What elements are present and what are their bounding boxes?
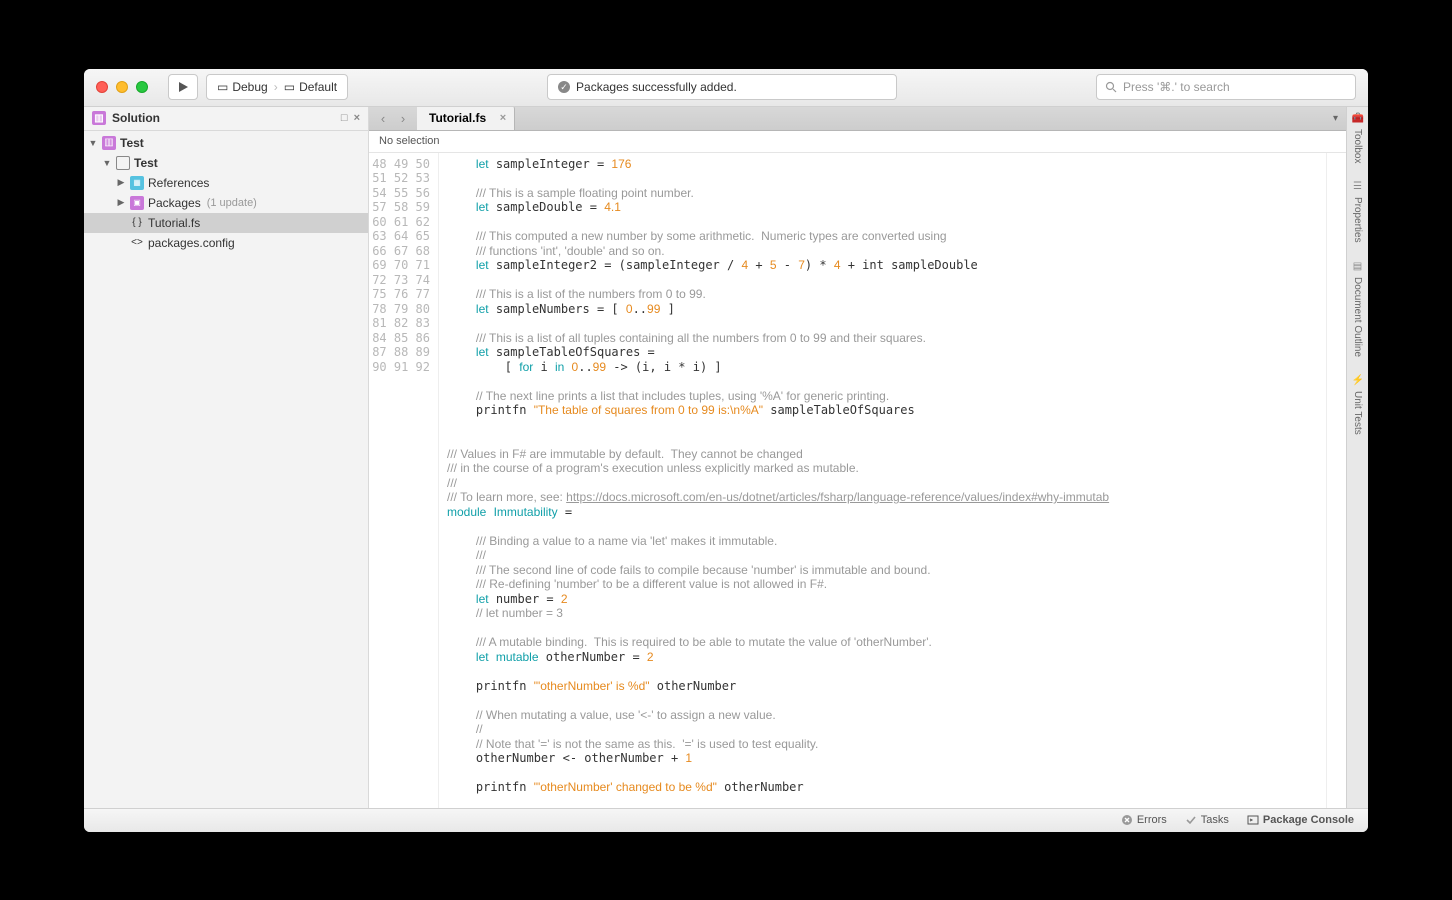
- toolbox-icon: 🧰: [1352, 113, 1364, 125]
- rail-unit-tests[interactable]: ⚡Unit Tests: [1352, 375, 1364, 435]
- config-file-icon: <>: [130, 236, 144, 250]
- right-rail: 🧰Toolbox ☰Properties ▤Document Outline ⚡…: [1346, 107, 1368, 808]
- console-icon: [1247, 814, 1259, 826]
- global-search-input[interactable]: Press '⌘.' to search: [1096, 74, 1356, 100]
- device-icon: ▭: [217, 80, 228, 94]
- breadcrumb[interactable]: No selection: [369, 131, 1346, 153]
- status-package-console[interactable]: Package Console: [1247, 814, 1354, 826]
- expand-icon[interactable]: ▶: [116, 177, 126, 188]
- search-placeholder: Press '⌘.' to search: [1123, 80, 1230, 94]
- tree-file-packages-config[interactable]: <> packages.config: [84, 233, 368, 253]
- run-button[interactable]: [168, 74, 198, 100]
- line-number-gutter: 48 49 50 51 52 53 54 55 56 57 58 59 60 6…: [369, 153, 439, 808]
- rail-toolbox[interactable]: 🧰Toolbox: [1352, 113, 1364, 163]
- expand-icon[interactable]: ▶: [116, 197, 126, 208]
- status-errors[interactable]: Errors: [1121, 814, 1167, 826]
- solution-tree: ▼ ▥ Test ▼ Test ▶ ▦ References ▶ ▣: [84, 131, 368, 808]
- code-content[interactable]: let sampleInteger = 176 /// This is a sa…: [439, 153, 1326, 808]
- autohide-button[interactable]: □: [341, 112, 348, 124]
- run-configuration-selector[interactable]: ▭ Debug › ▭ Default: [206, 74, 348, 100]
- solution-sidebar: ▥ Solution □ × ▼ ▥ Test ▼ Test: [84, 107, 369, 808]
- close-sidebar-button[interactable]: ×: [354, 112, 360, 124]
- nav-back-button[interactable]: ‹: [373, 111, 393, 126]
- titlebar: ▭ Debug › ▭ Default ✓ Packages successfu…: [84, 69, 1368, 107]
- device-icon: ▭: [284, 80, 295, 94]
- sidebar-title: Solution: [112, 111, 160, 125]
- window-controls: [96, 81, 148, 93]
- references-icon: ▦: [130, 176, 144, 190]
- main-body: ▥ Solution □ × ▼ ▥ Test ▼ Test: [84, 107, 1368, 808]
- status-text: Packages successfully added.: [576, 80, 737, 94]
- editor-area: ‹ › Tutorial.fs × ▾ No selection 48 49 5…: [369, 107, 1346, 808]
- solution-icon: ▥: [102, 136, 116, 150]
- search-icon: [1105, 81, 1117, 93]
- status-pill: ✓ Packages successfully added.: [547, 74, 897, 100]
- fsharp-file-icon: { }: [130, 216, 144, 230]
- unit-tests-icon: ⚡: [1352, 375, 1364, 387]
- rail-properties[interactable]: ☰Properties: [1352, 181, 1364, 243]
- packages-icon: ▣: [130, 196, 144, 210]
- tab-overflow-button[interactable]: ▾: [1325, 113, 1346, 124]
- tree-file-tutorial[interactable]: { } Tutorial.fs: [84, 213, 368, 233]
- solution-pad-icon: ▥: [92, 111, 106, 125]
- sidebar-header: ▥ Solution □ ×: [84, 107, 368, 131]
- tree-references-node[interactable]: ▶ ▦ References: [84, 173, 368, 193]
- code-editor[interactable]: 48 49 50 51 52 53 54 55 56 57 58 59 60 6…: [369, 153, 1346, 808]
- tasks-icon: [1185, 814, 1197, 826]
- minimize-window-button[interactable]: [116, 81, 128, 93]
- editor-tabbar: ‹ › Tutorial.fs × ▾: [369, 107, 1346, 131]
- ide-window: ▭ Debug › ▭ Default ✓ Packages successfu…: [84, 69, 1368, 832]
- rail-document-outline[interactable]: ▤Document Outline: [1352, 261, 1364, 357]
- tree-packages-node[interactable]: ▶ ▣ Packages (1 update): [84, 193, 368, 213]
- editor-tab-tutorial[interactable]: Tutorial.fs ×: [417, 107, 515, 131]
- error-icon: [1121, 814, 1133, 826]
- nav-forward-button[interactable]: ›: [393, 111, 413, 126]
- expand-icon[interactable]: ▼: [102, 158, 112, 168]
- status-tasks[interactable]: Tasks: [1185, 814, 1229, 826]
- statusbar: Errors Tasks Package Console: [84, 808, 1368, 832]
- config-device: Default: [299, 80, 337, 94]
- tree-solution-node[interactable]: ▼ ▥ Test: [84, 133, 368, 153]
- success-icon: ✓: [558, 81, 570, 93]
- play-icon: [178, 81, 189, 93]
- expand-icon[interactable]: ▼: [88, 138, 98, 148]
- close-tab-button[interactable]: ×: [500, 112, 506, 124]
- properties-icon: ☰: [1352, 181, 1364, 193]
- project-icon: [116, 156, 130, 170]
- tree-project-node[interactable]: ▼ Test: [84, 153, 368, 173]
- config-target: Debug: [232, 80, 267, 94]
- marker-bar: [1326, 153, 1346, 808]
- zoom-window-button[interactable]: [136, 81, 148, 93]
- outline-icon: ▤: [1352, 261, 1364, 273]
- close-window-button[interactable]: [96, 81, 108, 93]
